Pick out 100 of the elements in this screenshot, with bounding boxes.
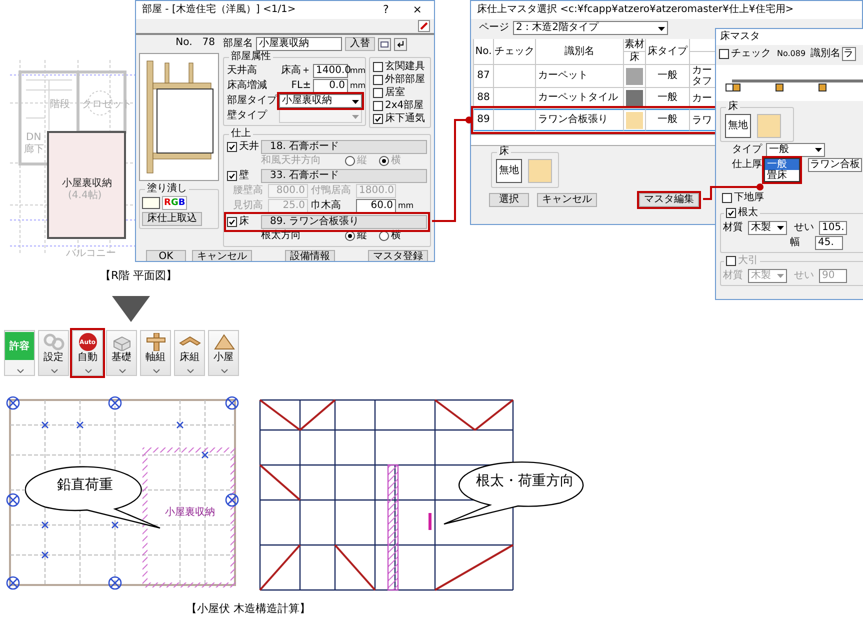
caption: 【小屋伏 木造構造計算】 bbox=[186, 603, 310, 615]
table-cell: カー bbox=[692, 92, 712, 104]
room-label: 小屋裏収納 bbox=[62, 178, 112, 189]
table-cell: カーペット bbox=[536, 65, 624, 88]
checkbox[interactable]: 根太 bbox=[724, 207, 760, 219]
field-label: 床高増減 bbox=[227, 80, 268, 92]
field-label: 部屋名 bbox=[223, 38, 253, 50]
field-label: せい bbox=[794, 222, 815, 234]
checkbox[interactable]: 天井 bbox=[227, 141, 257, 153]
texture-swatch[interactable] bbox=[757, 114, 781, 138]
input-field[interactable]: 1400.0 bbox=[313, 64, 348, 78]
toolbar-button[interactable]: 基礎 bbox=[106, 330, 137, 376]
checkbox[interactable]: 壁 bbox=[227, 170, 257, 182]
dialog-button[interactable]: 選択 bbox=[489, 193, 529, 207]
room-label: DN bbox=[26, 132, 42, 143]
swap-button[interactable]: 入替 bbox=[345, 37, 375, 51]
window-title: 床仕上マスタ選択 <c:¥fcapp¥atzero¥atzeromaster¥仕上¥住宅用> bbox=[477, 4, 795, 16]
field-label: 床高＋ bbox=[280, 65, 311, 77]
finish-button[interactable]: 18. 石膏ボード bbox=[261, 140, 427, 154]
window-title: 床マスタ bbox=[720, 31, 761, 43]
room-label: 階段 bbox=[50, 99, 70, 110]
dropdown[interactable]: 2 : 木造2階タイプ bbox=[513, 21, 668, 35]
input-field[interactable]: 小屋裏収納 bbox=[256, 37, 342, 51]
dropdown[interactable]: 木製 bbox=[748, 220, 787, 234]
checkbox[interactable]: 玄関建具 bbox=[373, 61, 427, 73]
checkbox[interactable]: チェック bbox=[719, 48, 771, 60]
column-header: 床 bbox=[624, 52, 646, 65]
dropdown[interactable]: 一般 bbox=[766, 142, 825, 156]
color-swatch[interactable] bbox=[142, 197, 160, 209]
dialog-button[interactable]: マスタ登録 bbox=[368, 250, 428, 261]
dialog-button[interactable]: OK bbox=[146, 250, 186, 261]
texture-swatch[interactable] bbox=[528, 159, 552, 183]
field-label: 部屋タイプ bbox=[227, 95, 277, 107]
field-label: 材質 bbox=[723, 222, 744, 234]
window-title: 部屋 - [木造住宅（洋風）] <1/1> bbox=[142, 4, 297, 16]
unit-label: mm bbox=[398, 200, 414, 212]
field-label: 壁タイプ bbox=[227, 110, 268, 122]
dropdown[interactable] bbox=[279, 109, 362, 123]
input-field[interactable]: 45. bbox=[815, 236, 843, 250]
group-label: 仕上 bbox=[229, 128, 253, 140]
group-label: 部屋属性 bbox=[229, 51, 273, 63]
dialog-button[interactable]: キャンセル bbox=[537, 193, 597, 207]
caret-icon bbox=[776, 223, 785, 232]
pen-icon[interactable] bbox=[418, 20, 430, 32]
chevron-icon bbox=[153, 369, 160, 373]
finish-button[interactable]: 33. 石膏ボード bbox=[261, 169, 427, 183]
field-label: 巾木高 bbox=[311, 200, 342, 212]
checkbox[interactable]: 外部部屋 bbox=[373, 74, 427, 86]
toolbar-button[interactable]: 床組 bbox=[174, 330, 205, 376]
field-label: 幅 bbox=[790, 236, 801, 248]
down-arrow-icon bbox=[112, 296, 150, 322]
table-cell: タフ bbox=[692, 76, 712, 87]
input-field[interactable]: ラ bbox=[842, 47, 856, 61]
column-header: No. bbox=[474, 39, 494, 65]
field-label: タイプ bbox=[731, 144, 762, 156]
plain-button[interactable]: 無地 bbox=[725, 114, 751, 138]
table-cell: 89 bbox=[474, 109, 494, 131]
import-button[interactable]: 床仕上取込 bbox=[142, 212, 202, 226]
table-cell: ラワン合板張り bbox=[536, 109, 624, 131]
input-field[interactable]: 0.0 bbox=[313, 79, 348, 93]
close-button[interactable]: × bbox=[406, 4, 428, 16]
toolbar-button[interactable]: 設定 bbox=[38, 330, 69, 376]
group-label: 床 bbox=[497, 146, 511, 158]
toolbar-button[interactable]: 小屋 bbox=[208, 330, 239, 376]
dialog-button[interactable]: 設備情報 bbox=[285, 250, 335, 261]
rgb-button[interactable]: RGB bbox=[162, 196, 188, 210]
help-button[interactable]: ? bbox=[376, 4, 395, 16]
chevron-icon bbox=[187, 369, 194, 373]
room-label: 廊下 bbox=[24, 144, 44, 155]
checkbox[interactable]: 床下通気 bbox=[373, 113, 427, 125]
dialog-button[interactable]: マスタ編集 bbox=[639, 193, 699, 207]
checkmark-icon bbox=[228, 172, 236, 180]
field-label: 付鴨居高 bbox=[311, 185, 352, 197]
connector-line bbox=[703, 184, 764, 200]
input-field[interactable]: 105. bbox=[819, 220, 847, 234]
table-cell: 一般 bbox=[646, 65, 690, 88]
chevron-icon bbox=[221, 369, 228, 373]
dialog-button[interactable]: キャンセル bbox=[192, 250, 252, 261]
table-cell: 一般 bbox=[646, 109, 690, 131]
field-label: 天井高 bbox=[227, 65, 258, 77]
checkbox[interactable]: 床 bbox=[227, 216, 257, 228]
caption: 【R階 平面図】 bbox=[100, 270, 178, 282]
finish-button[interactable]: 89. ラワン合板張り bbox=[261, 215, 427, 229]
field-label: せい bbox=[794, 270, 815, 282]
number-label: No. bbox=[176, 37, 192, 50]
checkmark-icon bbox=[374, 115, 382, 123]
roof-truss-icon bbox=[212, 333, 234, 351]
checkbox[interactable]: 2x4部屋 bbox=[373, 100, 427, 112]
window-icon[interactable] bbox=[378, 38, 391, 50]
plain-button[interactable]: 無地 bbox=[496, 159, 522, 183]
enter-icon[interactable] bbox=[394, 38, 407, 50]
checkmark-icon bbox=[727, 209, 735, 217]
room-number: 78 bbox=[202, 37, 215, 50]
input-field[interactable]: 60.0 bbox=[356, 199, 396, 213]
toolbar-button[interactable]: 軸組 bbox=[140, 330, 171, 376]
chevron-icon bbox=[17, 369, 24, 373]
checkbox[interactable]: 下地厚 bbox=[722, 192, 764, 204]
input-field[interactable]: ラワン合板 bbox=[808, 158, 862, 172]
checkbox[interactable]: 居室 bbox=[373, 87, 427, 99]
dropdown-option[interactable]: 一般 bbox=[765, 159, 799, 170]
